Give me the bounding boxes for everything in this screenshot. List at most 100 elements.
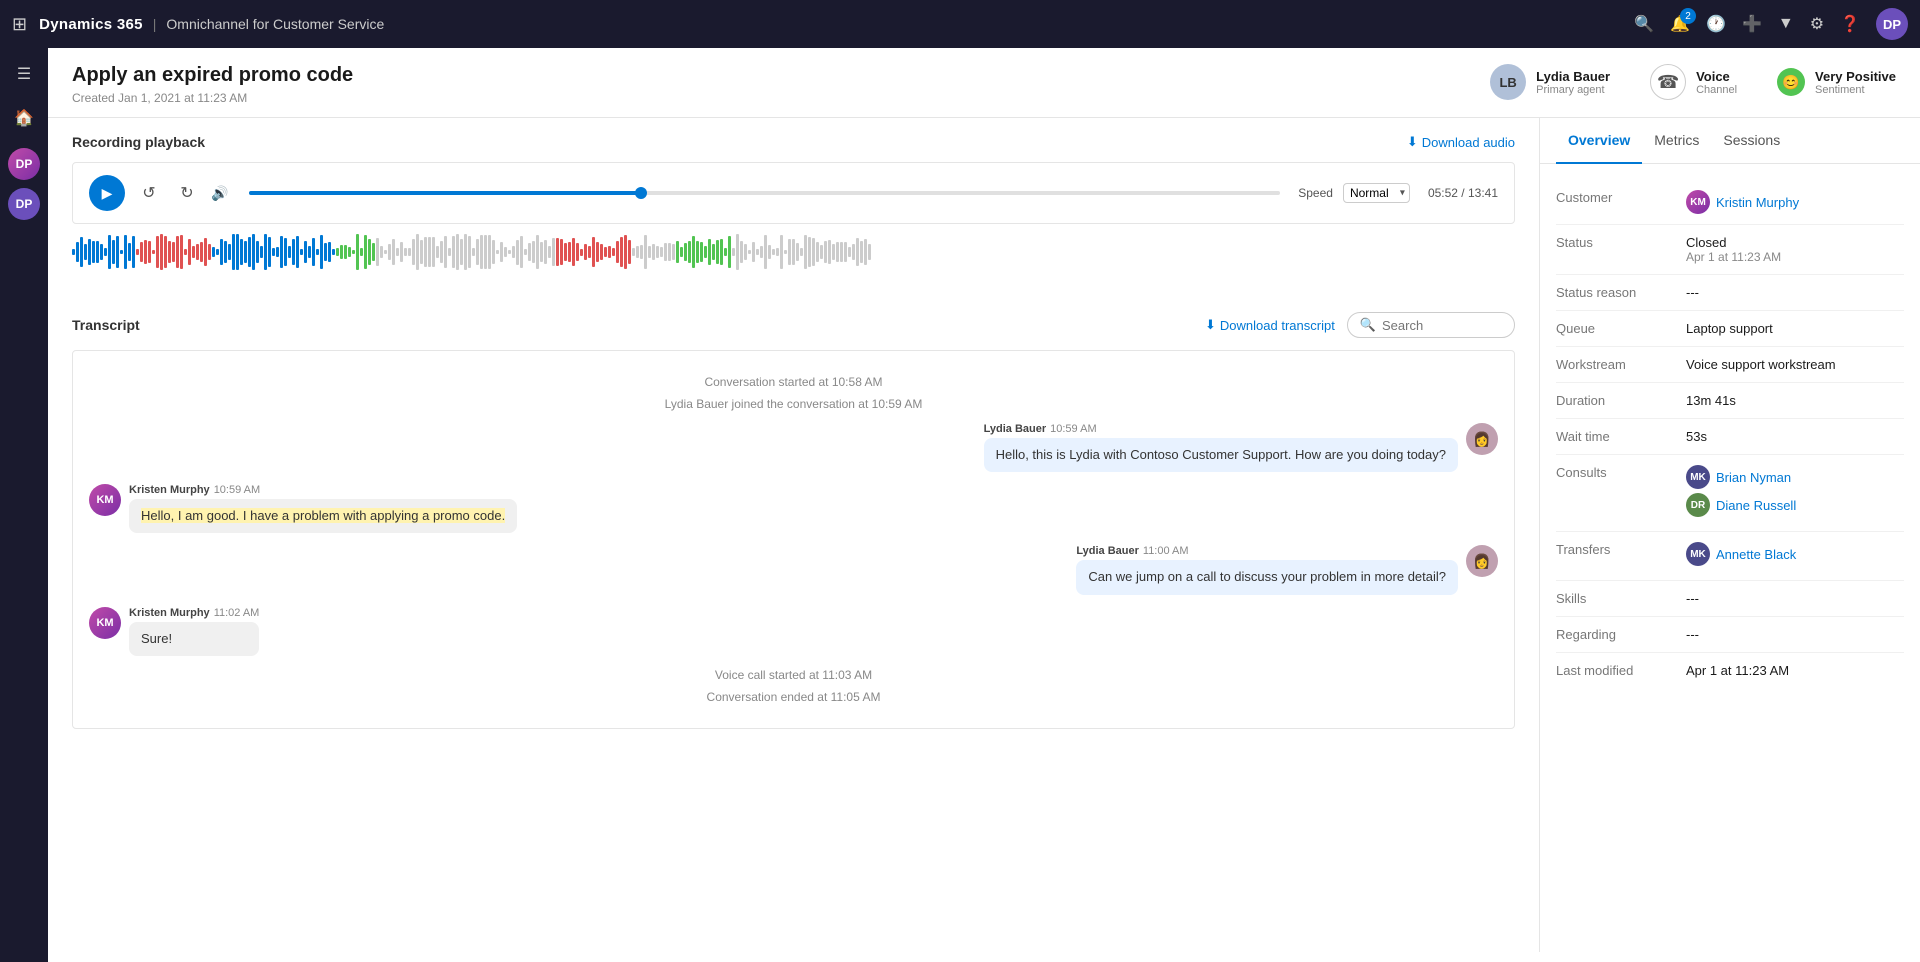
agent-img: 👩 (1466, 545, 1498, 577)
system-msg-start: Conversation started at 10:58 AM (89, 375, 1498, 389)
waveform-bar (696, 241, 699, 263)
waveform-bar (744, 244, 747, 261)
waveform-bar (280, 236, 283, 267)
message-bubble: Hello, this is Lydia with Contoso Custom… (984, 438, 1458, 472)
consult-name-2[interactable]: Diane Russell (1716, 498, 1796, 513)
sidebar-home-icon[interactable]: 🏠 (6, 100, 42, 136)
waveform-bar (720, 239, 723, 265)
waveform-bar (384, 250, 387, 255)
help-icon[interactable]: ❓ (1840, 14, 1860, 34)
forward-button[interactable]: ↻ (173, 179, 201, 207)
waveform-bar (536, 235, 539, 269)
speed-wrapper: Normal 0.5x 0.75x 1.25x 1.5x 2x ▾ (1343, 183, 1410, 203)
tab-sessions[interactable]: Sessions (1711, 118, 1792, 164)
waveform-bar (788, 239, 791, 265)
waveform-bar (332, 249, 335, 256)
waveform-bar (772, 249, 775, 254)
consult-name-1[interactable]: Brian Nyman (1716, 470, 1791, 485)
transfers-value-wrapper: MK Annette Black (1686, 542, 1796, 570)
settings-icon[interactable]: ⚙ (1810, 14, 1824, 34)
transfer-name-1[interactable]: Annette Black (1716, 547, 1796, 562)
waveform-bar (124, 235, 127, 270)
sidebar-avatar[interactable]: DP (8, 148, 40, 180)
user-avatar-nav[interactable]: DP (1876, 8, 1908, 40)
waveform-bar (88, 239, 91, 264)
transcript-search-box[interactable]: 🔍 (1347, 312, 1515, 338)
waveform-bar (216, 249, 219, 255)
waveform-bar (448, 248, 451, 256)
waveform-bar (840, 242, 843, 262)
sentiment-icon: 😊 (1777, 68, 1805, 96)
waveform-bar (296, 236, 299, 268)
waveform-bar (304, 241, 307, 264)
waveform-bar (80, 237, 83, 266)
queue-value: Laptop support (1686, 321, 1773, 336)
transcript-title: Transcript (72, 317, 140, 333)
channel-info: Voice Channel (1696, 69, 1737, 96)
waveform-bar (768, 245, 771, 259)
waveform-bar (136, 249, 139, 254)
play-button[interactable]: ▶ (89, 175, 125, 211)
waveform-bar (272, 248, 275, 255)
overview-transfers-row: Transfers MK Annette Black (1556, 532, 1904, 581)
waveform-bar (232, 234, 235, 270)
waveform-bar (520, 236, 523, 268)
waveform-bar (460, 239, 463, 265)
waveform-bar (600, 244, 603, 261)
progress-track[interactable] (249, 191, 1280, 195)
waveform-bar (288, 246, 291, 258)
search-input[interactable] (1382, 318, 1502, 333)
content-area: Recording playback ⬇ Download audio ▶ ↺ … (48, 118, 1920, 952)
waveform-bar (832, 244, 835, 259)
speed-label: Speed (1298, 186, 1333, 200)
search-icon[interactable]: 🔍 (1634, 14, 1654, 34)
waveform-bar (484, 235, 487, 269)
volume-button[interactable]: 🔊 (211, 179, 239, 207)
filter-icon[interactable]: ▼ (1778, 15, 1794, 33)
download-transcript-link[interactable]: ⬇ Download transcript (1205, 317, 1335, 333)
waveform-bar (828, 240, 831, 264)
overview-content: Customer KM Kristin Murphy Status Closed… (1540, 164, 1920, 704)
waveform-bar (180, 235, 183, 269)
wait-time-label: Wait time (1556, 429, 1686, 444)
waveform-bar (624, 235, 627, 268)
overview-waittime-row: Wait time 53s (1556, 419, 1904, 455)
nav-actions: 🔍 🔔 2 🕐 ➕ ▼ ⚙ ❓ DP (1634, 8, 1908, 40)
apps-grid-icon[interactable]: ⊞ (12, 14, 27, 35)
sidebar: ☰ 🏠 DP DP (0, 48, 48, 962)
message-row: Lydia Bauer11:00 AM Can we jump on a cal… (89, 545, 1498, 594)
waveform-bar (284, 238, 287, 266)
status-reason-value: --- (1686, 285, 1699, 300)
agent-img: 👩 (1466, 423, 1498, 455)
message-row: KM Kristen Murphy11:02 AM Sure! (89, 607, 1498, 656)
speed-select[interactable]: Normal 0.5x 0.75x 1.25x 1.5x 2x (1343, 183, 1410, 203)
tab-metrics[interactable]: Metrics (1642, 118, 1711, 164)
transcript-body: Conversation started at 10:58 AM Lydia B… (72, 350, 1515, 729)
customer-value[interactable]: Kristin Murphy (1716, 195, 1799, 210)
waveform-bar (428, 237, 431, 267)
rewind-button[interactable]: ↺ (135, 179, 163, 207)
waveform-bar (732, 248, 735, 256)
waveform-bar (512, 246, 515, 259)
tab-overview[interactable]: Overview (1556, 118, 1642, 164)
sidebar-menu-icon[interactable]: ☰ (6, 56, 42, 92)
add-icon[interactable]: ➕ (1742, 14, 1762, 34)
sidebar-user-icon[interactable]: DP (8, 188, 40, 220)
customer-avatar: KM (89, 607, 121, 639)
download-audio-link[interactable]: ⬇ Download audio (1407, 134, 1515, 150)
waveform-bar (120, 250, 123, 254)
waveform-bar (712, 244, 715, 259)
clock-icon[interactable]: 🕐 (1706, 14, 1726, 34)
waveform-bar (108, 235, 111, 269)
notifications-icon[interactable]: 🔔 2 (1670, 14, 1690, 34)
waveform-bar (392, 239, 395, 266)
waveform-bar (292, 239, 295, 264)
waveform (72, 232, 1515, 272)
transfers-label: Transfers (1556, 542, 1686, 557)
overview-regarding-row: Regarding --- (1556, 617, 1904, 653)
waveform-bar (104, 248, 107, 257)
page-header: Apply an expired promo code Created Jan … (48, 48, 1920, 118)
waveform-bar (856, 238, 859, 266)
module-name: Omnichannel for Customer Service (166, 16, 384, 32)
channel-label: Channel (1696, 84, 1737, 96)
